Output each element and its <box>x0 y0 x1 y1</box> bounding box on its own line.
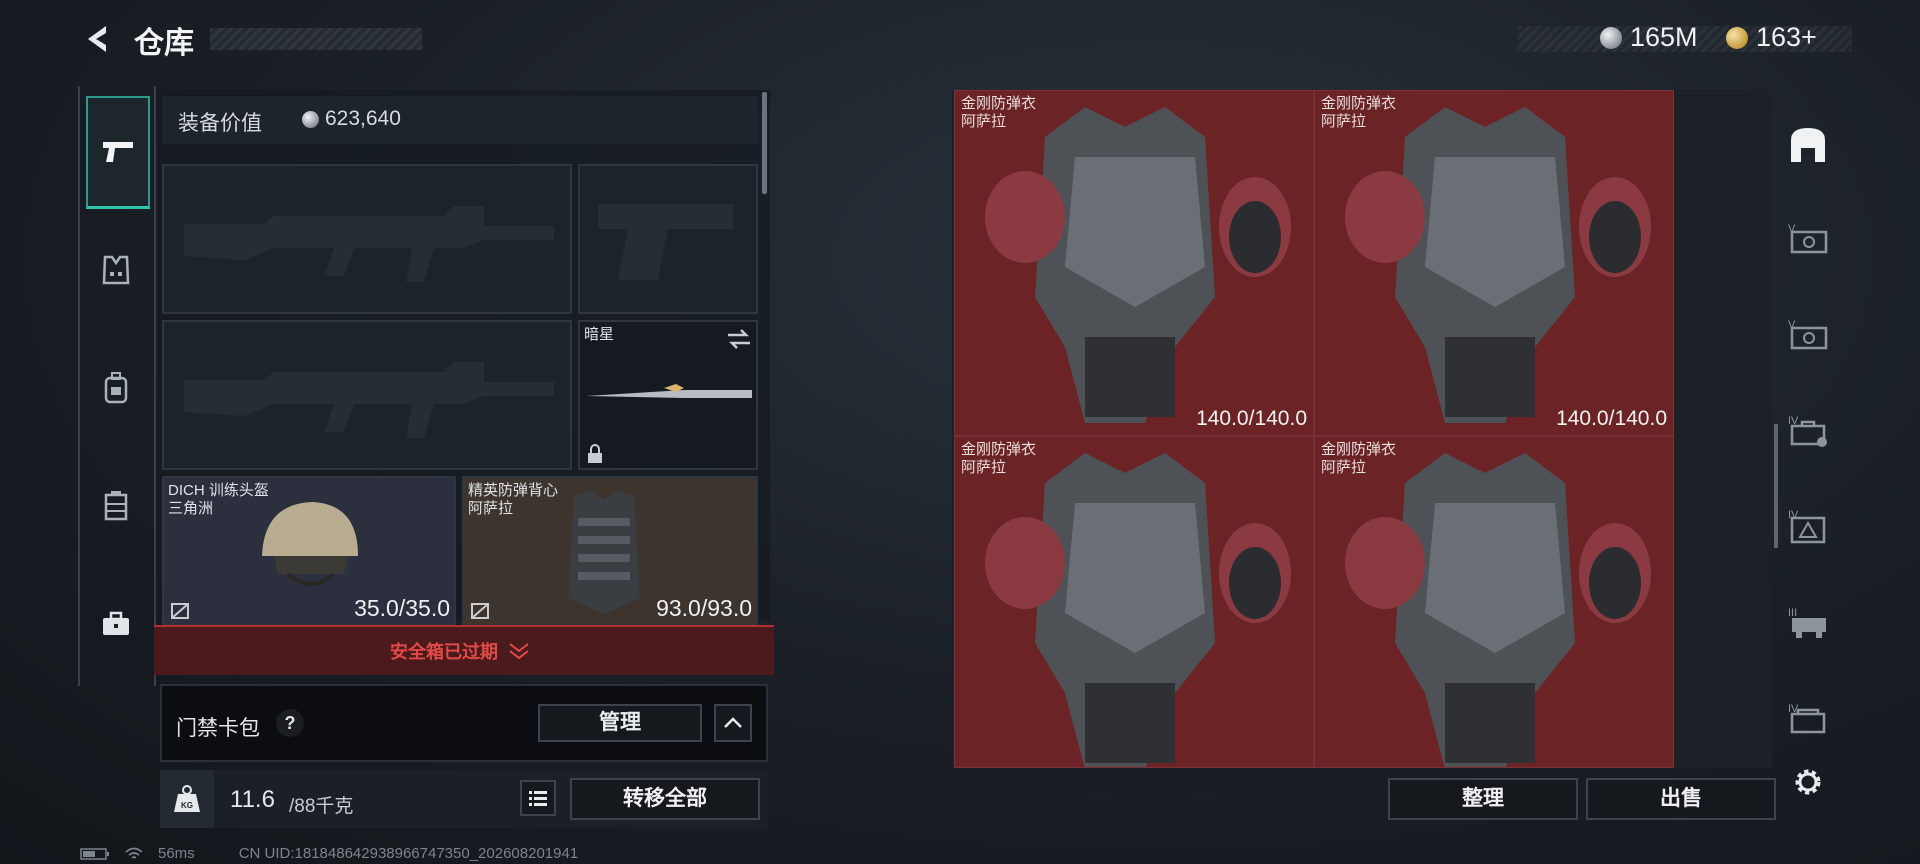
primary-weapon-slot[interactable] <box>162 164 572 314</box>
sell-button[interactable]: 出售 <box>1586 778 1776 820</box>
transfer-all-button[interactable]: 转移全部 <box>570 778 760 820</box>
storage-scrollbar[interactable] <box>1774 424 1778 548</box>
settings-button[interactable] <box>1780 754 1836 810</box>
briefcase-icon <box>103 611 129 635</box>
chevron-up-icon <box>724 717 742 728</box>
list-view-button[interactable] <box>520 780 556 816</box>
armor-item-icon <box>985 453 1291 767</box>
helmet-icon <box>262 502 358 586</box>
storage-item[interactable]: 金刚防弹衣 阿萨拉 140.0/140.0 <box>1314 90 1674 436</box>
svg-text:III: III <box>1788 607 1797 619</box>
armor-item-icon <box>1345 453 1651 767</box>
chevron-double-down-icon <box>509 643 529 660</box>
case-iv2-icon: IV <box>1788 703 1826 734</box>
case-iv-icon: IV <box>1788 415 1827 447</box>
helmet-slot[interactable]: DICH 训练头盔 三角洲 35.0/35.0 <box>162 476 456 626</box>
gold-currency-value: 163+ <box>1756 22 1817 52</box>
vest-item-icon <box>568 490 640 614</box>
help-button[interactable]: ? <box>276 709 304 737</box>
pistol-icon <box>103 142 133 162</box>
safe-box-text: 安全箱已过期 <box>390 642 498 662</box>
page-title: 仓库 <box>134 27 194 60</box>
no-insure-icon <box>471 603 489 619</box>
gold-coin-icon <box>1726 26 1748 49</box>
equipment-scrollbar[interactable] <box>762 92 767 194</box>
kg-weight-icon: KG <box>174 785 200 812</box>
rifle-silhouette-icon <box>184 206 554 282</box>
helmet-durability: 35.0/35.0 <box>354 595 450 621</box>
secondary-weapon-slot[interactable] <box>162 320 572 470</box>
back-arrow-icon <box>88 26 106 52</box>
list-icon <box>529 791 547 806</box>
rail-item-chest-rig[interactable] <box>86 476 146 536</box>
equipment-value-number: 623,640 <box>325 107 401 130</box>
item-durability: 140.0/140.0 <box>1556 407 1667 430</box>
equipment-value: 623,640 <box>302 107 401 131</box>
rail-item-case[interactable] <box>86 594 146 654</box>
melee-slot[interactable]: 暗星 <box>578 320 758 470</box>
settings-icon <box>1795 769 1821 795</box>
expand-button[interactable] <box>714 704 752 742</box>
rail-item-case-v[interactable]: V <box>1780 210 1836 266</box>
silver-currency[interactable]: 165M <box>1600 22 1698 53</box>
storage-item[interactable]: 金刚防弹衣 阿萨拉 <box>1314 436 1674 768</box>
kg-icon-text: KG <box>181 801 193 810</box>
home-storage-icon <box>1791 128 1825 162</box>
rail-item-case-iv-warning[interactable]: IV <box>1780 498 1836 554</box>
vest-durability: 93.0/93.0 <box>656 595 752 621</box>
weight-capacity: /88千克 <box>289 796 354 817</box>
swap-icon[interactable] <box>726 328 752 350</box>
safe-box-expired: 安全箱已过期 <box>390 638 530 664</box>
case-v2-icon: V <box>1788 319 1828 350</box>
lock-icon <box>588 444 602 463</box>
silver-coin-icon <box>302 110 319 128</box>
weight-current: 11.6 <box>230 786 275 813</box>
item-durability: 140.0/140.0 <box>1196 407 1307 430</box>
rail-item-case-iii[interactable]: III <box>1780 594 1836 650</box>
back-button[interactable] <box>80 22 114 56</box>
rail-item-case-iv[interactable]: IV <box>1780 402 1836 458</box>
storage-item[interactable]: 金刚防弹衣 阿萨拉 140.0/140.0 <box>954 90 1314 436</box>
title-decoration <box>210 28 422 50</box>
melee-name: 暗星 <box>584 326 615 343</box>
battery-icon <box>80 847 109 860</box>
uid-text: CN UID:1818486429389667473​50_2026082019… <box>238 845 579 862</box>
backpack-icon <box>104 372 128 404</box>
helmet-origin: 三角洲 <box>168 500 214 517</box>
rail-item-weapons[interactable] <box>86 96 150 209</box>
silver-coin-icon <box>1600 26 1622 49</box>
case-v-icon: V <box>1788 223 1828 254</box>
rail-item-armor[interactable] <box>86 240 146 300</box>
rifle-silhouette-icon <box>184 362 554 438</box>
knife-icon <box>586 384 752 398</box>
armor-item-icon <box>985 107 1291 423</box>
rail-item-backpack[interactable] <box>86 358 146 418</box>
pistol-silhouette-icon <box>598 204 733 280</box>
status-footer: 56ms CN UID:1818486429389667473​50_20260… <box>80 845 578 862</box>
vest-name: 精英防弹背心 <box>468 482 559 499</box>
silver-currency-value: 165M <box>1630 22 1698 52</box>
sidearm-slot[interactable] <box>578 164 758 314</box>
vest-origin: 阿萨拉 <box>468 500 514 517</box>
rail-item-case-iv2[interactable]: IV <box>1780 690 1836 746</box>
ping-text: 56ms <box>158 845 195 862</box>
armor-item-icon <box>1345 107 1651 423</box>
rail-item-case-v2[interactable]: V <box>1780 306 1836 362</box>
vest-icon <box>102 255 130 285</box>
gold-currency[interactable]: 163+ <box>1726 22 1817 53</box>
wifi-icon <box>125 847 143 859</box>
card-pack-label: 门禁卡包 <box>176 717 260 740</box>
manage-button[interactable]: 管理 <box>538 704 702 742</box>
weight-icon: KG <box>160 770 214 828</box>
equipment-value-label: 装备价值 <box>178 112 262 135</box>
no-insure-icon <box>171 603 189 619</box>
armor-slot[interactable]: 精英防弹背心 阿萨拉 93.0/93.0 <box>462 476 758 626</box>
storage-item[interactable]: 金刚防弹衣 阿萨拉 <box>954 436 1314 768</box>
case-iv-warning-icon: IV <box>1788 509 1826 544</box>
case-iii-icon: III <box>1788 607 1826 638</box>
sort-button[interactable]: 整理 <box>1388 778 1578 820</box>
chest-rig-icon <box>104 491 128 521</box>
rail-item-storage-home[interactable] <box>1780 116 1836 172</box>
